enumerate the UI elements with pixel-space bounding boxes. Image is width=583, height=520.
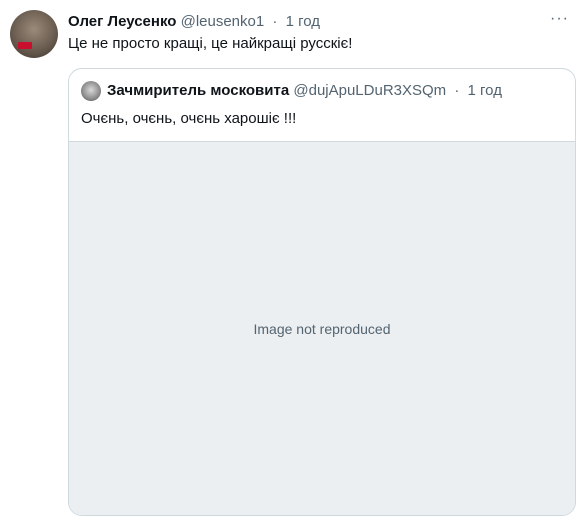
quoted-author-handle[interactable]: @dujApuLDuR3XSQm (293, 82, 446, 99)
quoted-author-name[interactable]: Зачмиритель московита (107, 82, 289, 99)
avatar-badge (18, 42, 32, 49)
tweet-header: Олег Леусенко @leusenko1 · 1 год (68, 12, 320, 32)
quoted-tweet-time[interactable]: 1 год (468, 82, 502, 99)
media-placeholder-label: Image not reproduced (253, 321, 391, 337)
quoted-author-avatar[interactable] (81, 81, 101, 101)
quoted-tweet[interactable]: Зачмиритель московита @dujApuLDuR3XSQm ·… (68, 68, 576, 516)
quoted-tweet-header: Зачмиритель московита @dujApuLDuR3XSQm ·… (107, 81, 502, 101)
quoted-separator-dot: · (454, 82, 460, 99)
tweet-time[interactable]: 1 год (286, 13, 320, 30)
tweet[interactable]: Олег Леусенко @leusenko1 · 1 год ··· Це … (0, 0, 583, 520)
quoted-tweet-media[interactable]: Image not reproduced (69, 141, 575, 515)
more-horizontal-icon[interactable]: ··· (550, 10, 569, 28)
author-avatar[interactable] (10, 10, 58, 58)
author-name[interactable]: Олег Леусенко (68, 13, 176, 30)
tweet-text: Це не просто кращі, це найкращі русскіє! (68, 35, 353, 52)
author-handle[interactable]: @leusenko1 (181, 13, 265, 30)
quoted-tweet-text: Очєнь, очєнь, очєнь харошіє !!! (81, 110, 297, 127)
separator-dot: · (272, 13, 278, 30)
